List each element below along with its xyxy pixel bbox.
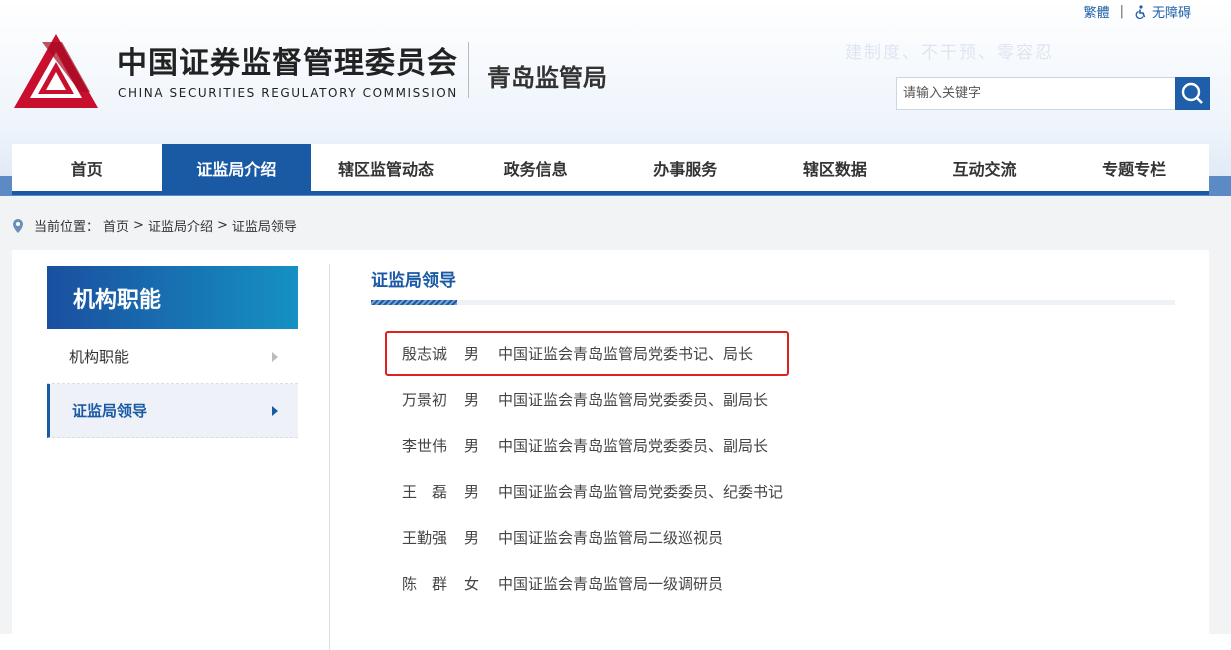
nav-item-bureau-intro[interactable]: 证监局介绍 (161, 144, 312, 191)
content-panel: 机构职能 机构职能 证监局领导 证监局领导 殷志诚 男 中国证监会青岛监管局党委… (12, 250, 1209, 650)
leader-row: 王勤强 男 中国证监会青岛监管局二级巡视员 (402, 514, 783, 560)
leader-title: 中国证监会青岛监管局一级调研员 (498, 574, 724, 593)
breadcrumb-prefix: 当前位置： (34, 220, 100, 235)
leader-title: 中国证监会青岛监管局党委委员、副局长 (498, 436, 769, 455)
accessibility-icon (1135, 4, 1146, 19)
leader-title: 中国证监会青岛监管局党委书记、局长 (498, 344, 754, 363)
chevron-right-icon (272, 405, 278, 416)
content-title: 证监局领导 (371, 271, 456, 291)
leader-row: 王 磊 男 中国证监会青岛监管局党委委员、纪委书记 (402, 468, 783, 514)
leader-row: 万景初 男 中国证监会青岛监管局党委委员、副局长 (402, 376, 783, 422)
breadcrumb-leaders[interactable]: 证监局领导 (232, 216, 297, 235)
top-links-separator: | (1119, 4, 1124, 19)
leader-row: 李世伟 男 中国证监会青岛监管局党委委员、副局长 (402, 422, 783, 468)
org-name-cn: 中国证券监督管理委员会 (117, 46, 458, 81)
breadcrumb: 当前位置： 首页 > 证监局介绍 > 证监局领导 (12, 216, 297, 235)
sidebar-title: 机构职能 (47, 266, 298, 329)
search-box (896, 77, 1210, 110)
org-name-en: CHINA SECURITIES REGULATORY COMMISSION (118, 86, 458, 100)
slogan-watermark: 建制度、不干预、零容忍 (845, 43, 1054, 63)
sidebar-item-functions[interactable]: 机构职能 (47, 330, 298, 384)
nav-item-special-topics[interactable]: 专题专栏 (1059, 144, 1209, 191)
location-pin-icon (13, 218, 23, 233)
search-input[interactable] (897, 78, 1185, 109)
chevron-right-icon (272, 351, 278, 362)
leader-title: 中国证监会青岛监管局党委委员、副局长 (498, 390, 769, 409)
nav-item-services[interactable]: 办事服务 (611, 144, 761, 191)
leader-gender: 女 (464, 574, 480, 593)
breadcrumb-sep: > (133, 218, 144, 233)
csrc-logo[interactable] (12, 32, 100, 112)
leader-gender: 男 (464, 436, 480, 455)
leader-row: 陈 群 女 中国证监会青岛监管局一级调研员 (402, 560, 783, 606)
nav-item-region-data[interactable]: 辖区数据 (760, 144, 910, 191)
leader-name: 王 磊 (402, 482, 448, 501)
leader-gender: 男 (464, 482, 480, 501)
title-underline (371, 300, 1175, 305)
sidebar-item-label: 机构职能 (69, 348, 130, 366)
accessibility-label: 无障碍 (1151, 6, 1191, 21)
search-button[interactable] (1175, 77, 1210, 110)
leader-name: 李世伟 (402, 436, 448, 455)
nav-item-interaction[interactable]: 互动交流 (910, 144, 1060, 191)
sidebar-item-label: 证监局领导 (72, 402, 148, 420)
leader-name: 王勤强 (402, 528, 448, 547)
breadcrumb-sep: > (216, 218, 228, 233)
leader-gender: 男 (464, 344, 480, 363)
column-divider (329, 264, 330, 650)
leader-title: 中国证监会青岛监管局二级巡视员 (498, 528, 724, 547)
nav-item-gov-info[interactable]: 政务信息 (461, 144, 611, 191)
top-links: 繁體 | 无障碍 (1084, 2, 1191, 21)
leader-list: 殷志诚 男 中国证监会青岛监管局党委书记、局长 万景初 男 中国证监会青岛监管局… (402, 330, 783, 606)
accessibility-link[interactable]: 无障碍 (1134, 2, 1191, 21)
leader-title: 中国证监会青岛监管局党委委员、纪委书记 (498, 482, 784, 501)
sidebar-item-leaders[interactable]: 证监局领导 (47, 384, 298, 438)
leader-name: 万景初 (402, 390, 448, 409)
header-divider (468, 42, 469, 98)
traditional-chinese-link[interactable]: 繁體 (1084, 2, 1110, 21)
breadcrumb-bureau-intro[interactable]: 证监局介绍 (148, 216, 213, 235)
main-nav: 首页 证监局介绍 辖区监管动态 政务信息 办事服务 辖区数据 互动交流 专题专栏 (12, 144, 1209, 195)
breadcrumb-home[interactable]: 首页 (103, 216, 129, 235)
title-underline-accent (371, 300, 457, 305)
bureau-name: 青岛监管局 (487, 64, 607, 92)
search-icon (1181, 82, 1203, 104)
nav-item-home[interactable]: 首页 (12, 144, 162, 191)
leader-name: 殷志诚 (402, 344, 448, 363)
leader-name: 陈 群 (402, 574, 448, 593)
nav-item-regulatory-news[interactable]: 辖区监管动态 (311, 144, 461, 191)
leader-gender: 男 (464, 390, 480, 409)
page-body: 当前位置： 首页 > 证监局介绍 > 证监局领导 机构职能 机构职能 证监局领导… (0, 196, 1231, 650)
leader-gender: 男 (464, 528, 480, 547)
leader-row: 殷志诚 男 中国证监会青岛监管局党委书记、局长 (402, 330, 783, 376)
